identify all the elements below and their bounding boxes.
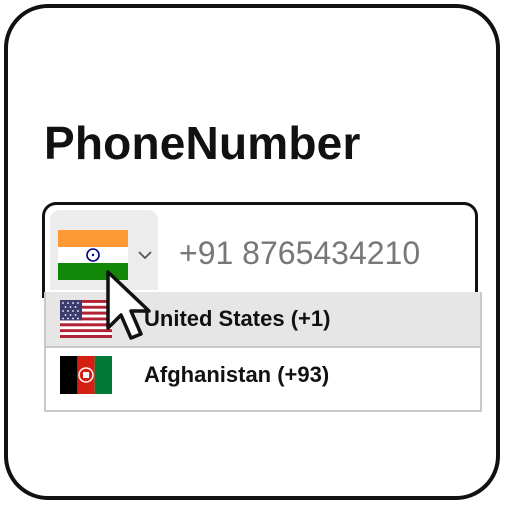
country-option-label: Afghanistan (+93) — [144, 362, 330, 387]
mouse-pointer-icon — [106, 270, 151, 340]
country-option-afghanistan[interactable]: Afghanistan (+93) — [46, 348, 480, 402]
chevron-down-icon — [138, 251, 152, 260]
country-option-label: United States (+1) — [144, 306, 331, 331]
page-title: PhoneNumber — [44, 117, 361, 169]
phone-number-input[interactable] — [179, 235, 469, 272]
app-frame: PhoneNumber +91 8765434210 United States… — [4, 4, 500, 500]
afghanistan-flag-icon — [60, 356, 112, 394]
